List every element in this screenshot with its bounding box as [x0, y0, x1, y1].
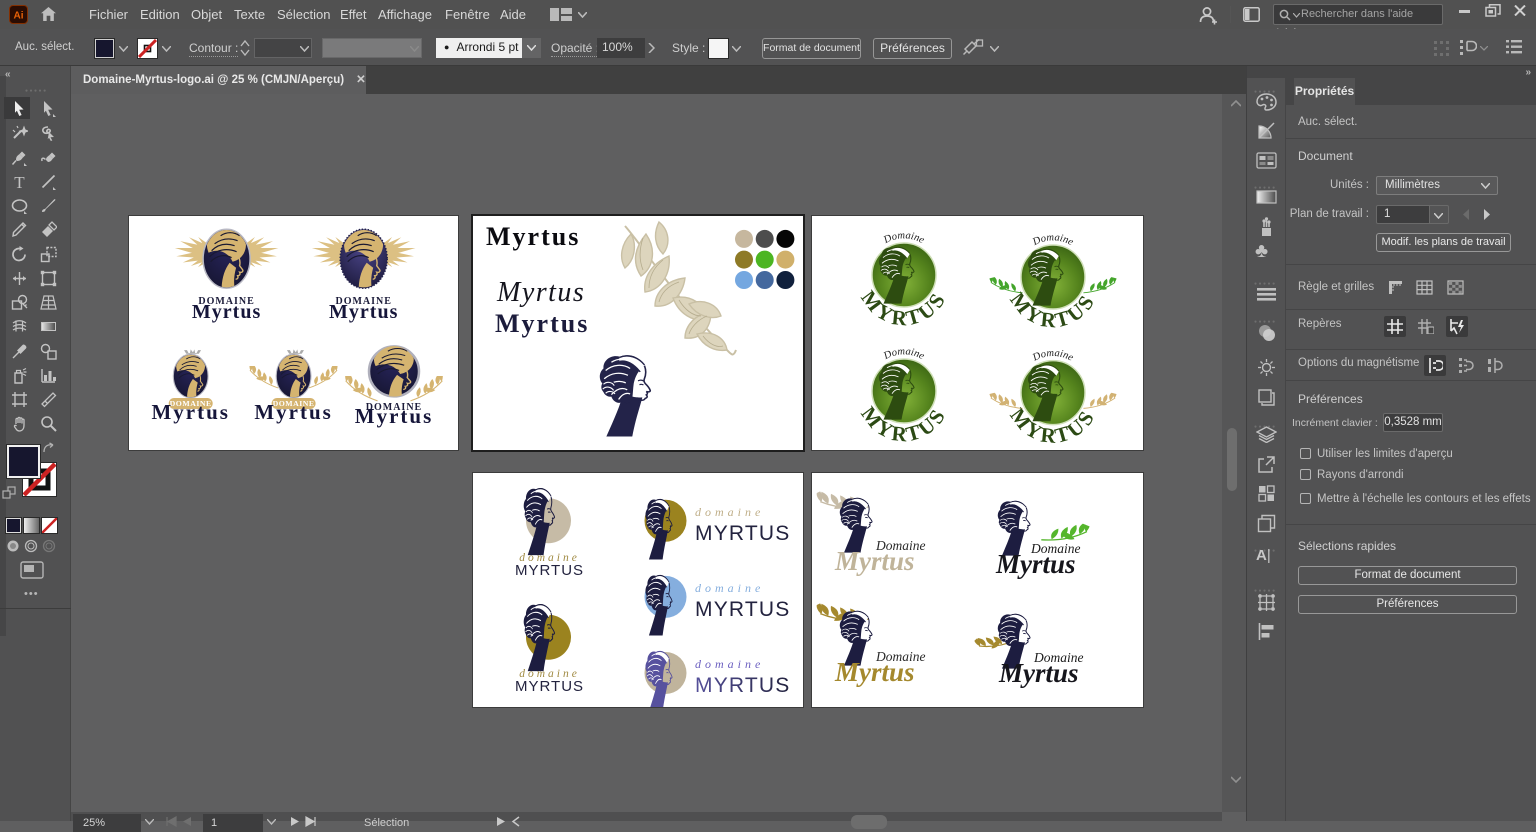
- svg-text:MYRTUS: MYRTUS: [695, 598, 791, 621]
- svg-text:Myrtus: Myrtus: [834, 657, 915, 687]
- svg-text:MYRTUS: MYRTUS: [515, 562, 584, 579]
- svg-text:Myrtus: Myrtus: [496, 277, 585, 308]
- svg-text:MYRTUS: MYRTUS: [695, 674, 791, 697]
- svg-text:Myrtus: Myrtus: [995, 549, 1076, 579]
- svg-text:MYRTUS: MYRTUS: [695, 522, 791, 545]
- svg-text:Myrtus: Myrtus: [151, 400, 230, 424]
- svg-text:domaine: domaine: [695, 505, 764, 519]
- svg-text:domaine: domaine: [695, 657, 764, 671]
- svg-text:Myrtus: Myrtus: [495, 309, 589, 338]
- svg-text:Myrtus: Myrtus: [355, 404, 434, 428]
- svg-text:Ai: Ai: [14, 11, 24, 22]
- svg-text:domaine: domaine: [695, 581, 764, 595]
- svg-text:Myrtus: Myrtus: [192, 301, 261, 323]
- svg-text:Myrtus: Myrtus: [834, 546, 915, 576]
- svg-text:Myrtus: Myrtus: [329, 301, 398, 323]
- svg-text:Myrtus: Myrtus: [998, 658, 1079, 688]
- svg-text:MYRTUS: MYRTUS: [515, 678, 584, 695]
- svg-text:Myrtus: Myrtus: [486, 222, 580, 251]
- svg-text:Myrtus: Myrtus: [254, 400, 333, 424]
